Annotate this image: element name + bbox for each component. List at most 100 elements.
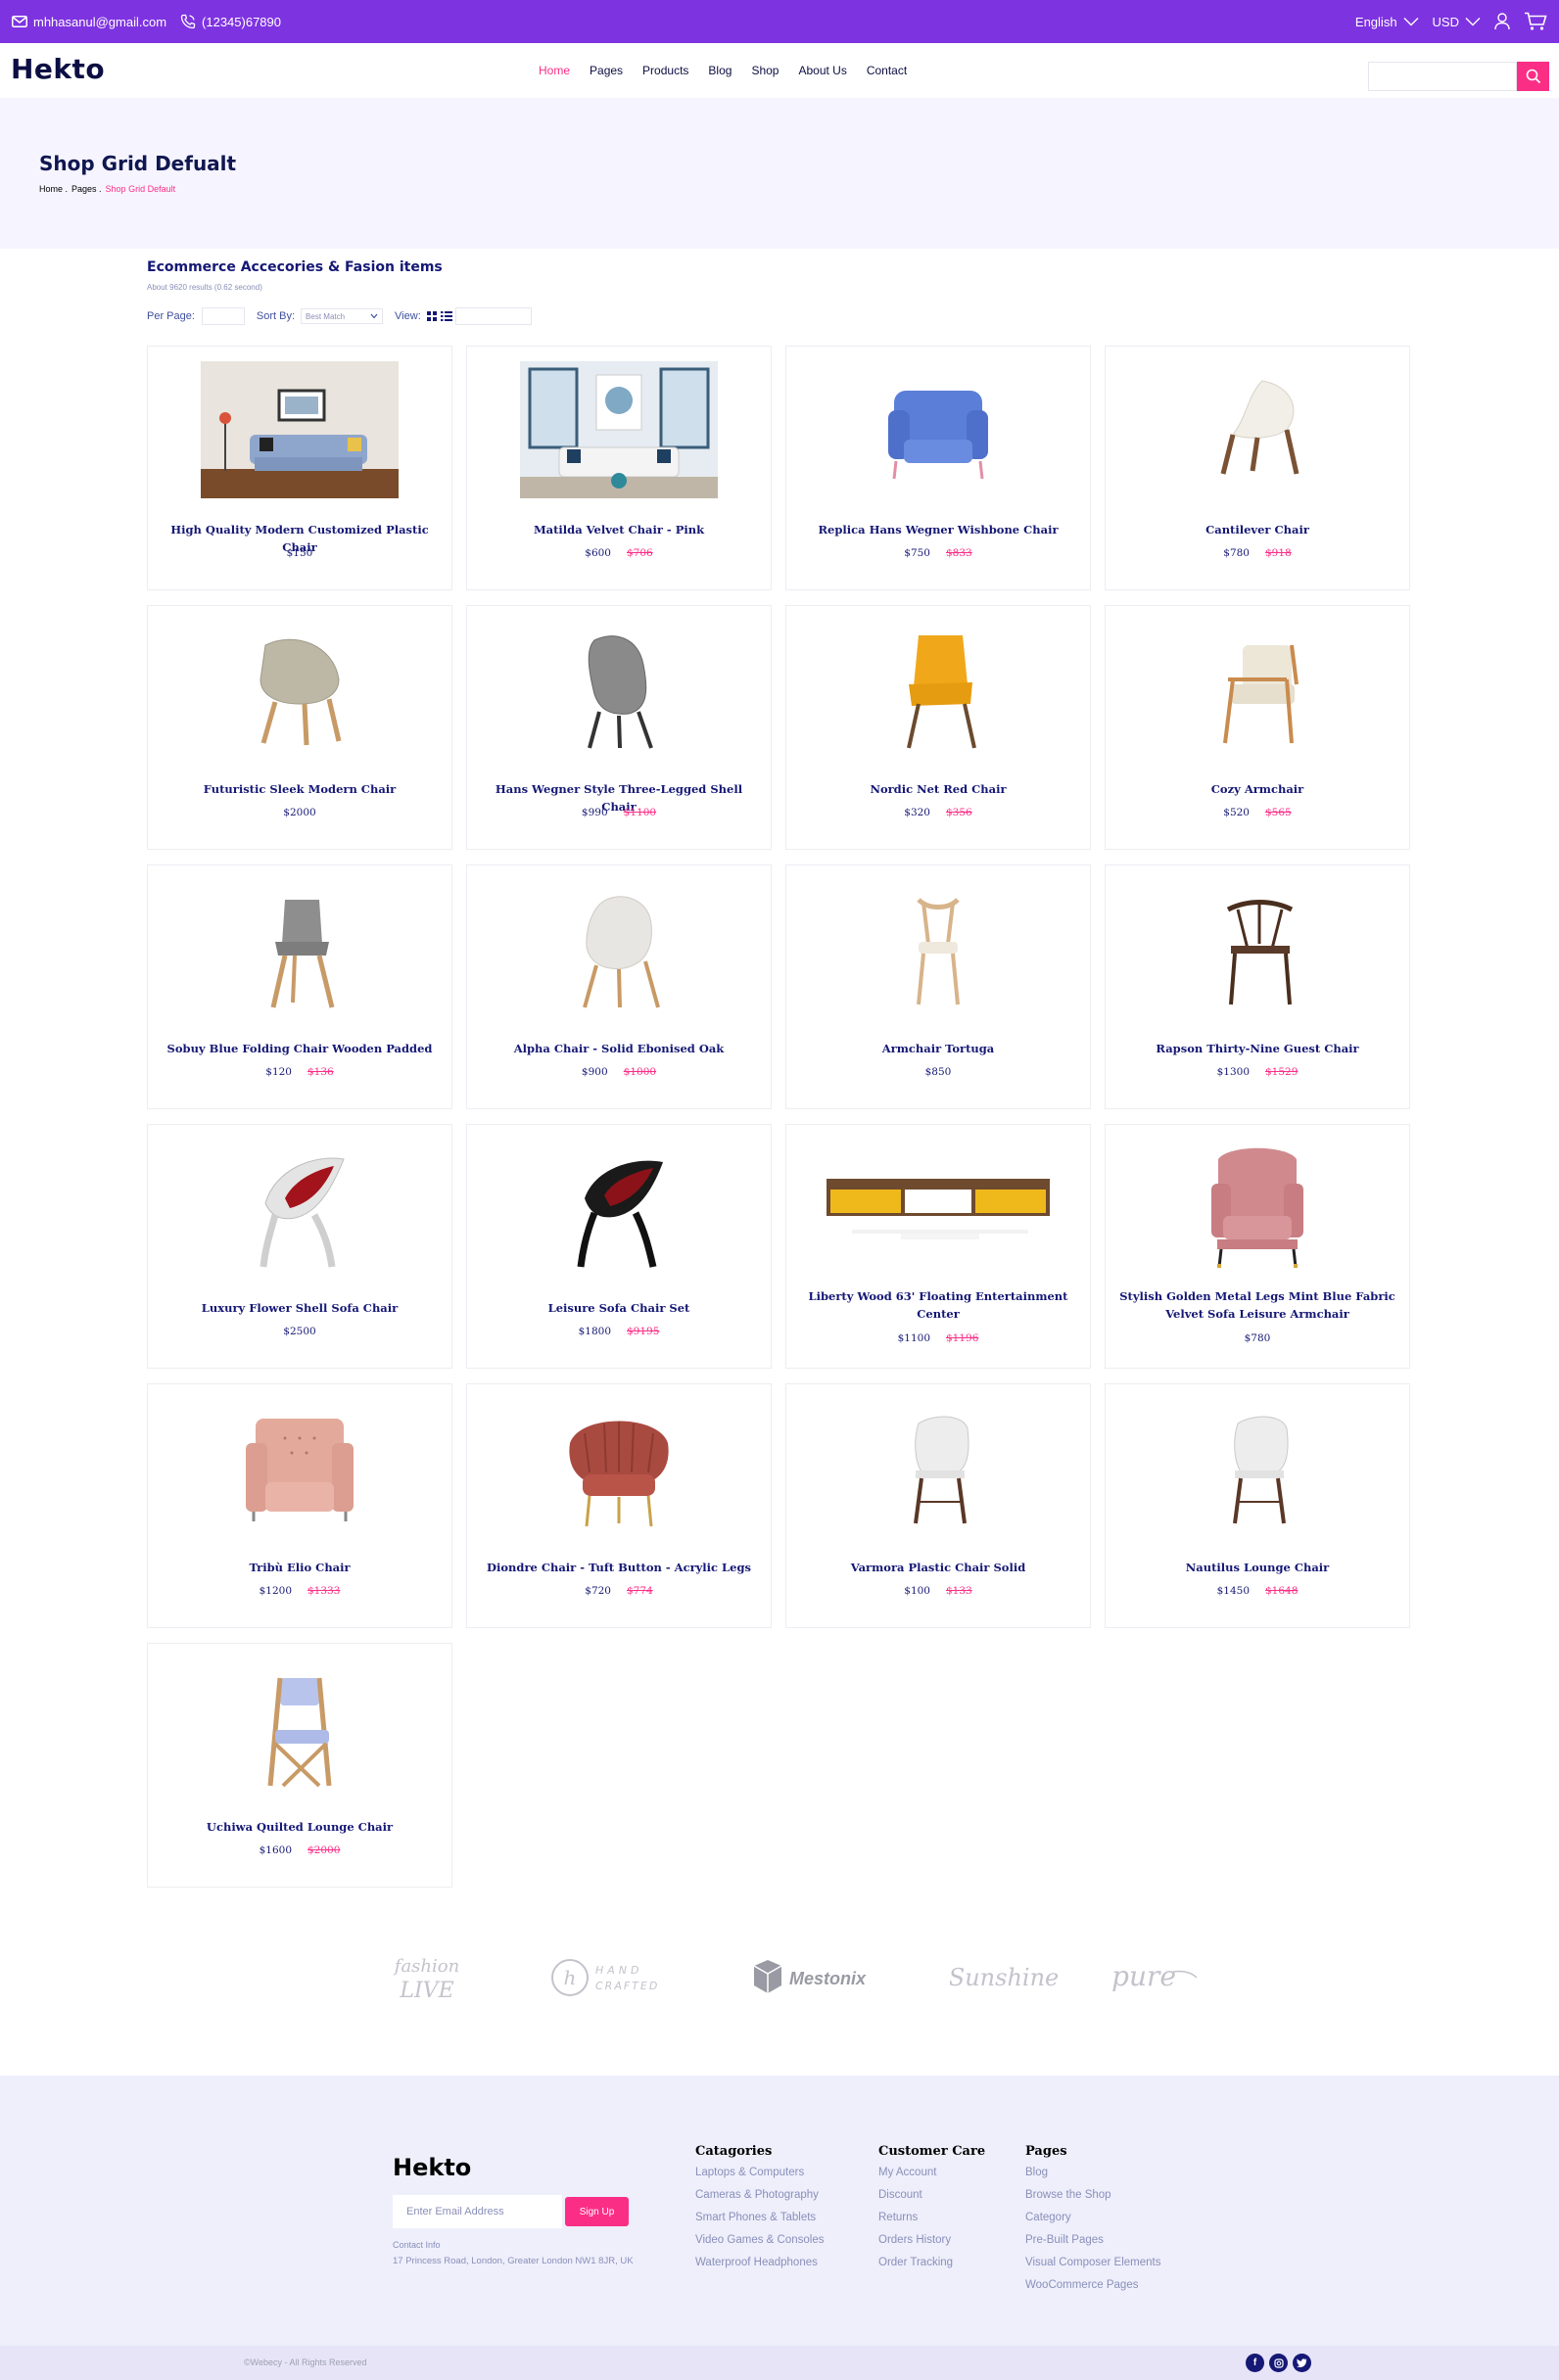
- product-name[interactable]: Diondre Chair - Tuft Button - Acrylic Le…: [477, 1559, 761, 1576]
- product-card[interactable]: High Quality Modern Customized Plastic C…: [147, 346, 452, 590]
- product-card[interactable]: Cozy Armchair $520 $565: [1105, 605, 1410, 850]
- product-name[interactable]: Rapson Thirty-Nine Guest Chair: [1115, 1040, 1399, 1057]
- product-image[interactable]: [467, 620, 771, 759]
- product-card[interactable]: Alpha Chair - Solid Ebonised Oak $900 $10…: [466, 864, 772, 1109]
- per-page-input[interactable]: [201, 307, 245, 325]
- twitter-icon[interactable]: [1293, 2354, 1311, 2372]
- grid-view-icon[interactable]: [426, 311, 437, 321]
- product-card[interactable]: Luxury Flower Shell Sofa Chair $2500: [147, 1124, 452, 1369]
- product-name[interactable]: Cantilever Chair: [1115, 521, 1399, 538]
- nav-blog[interactable]: Blog: [708, 64, 732, 77]
- footer-link[interactable]: Visual Composer Elements: [1025, 2252, 1161, 2274]
- product-image[interactable]: [148, 1139, 451, 1278]
- product-name[interactable]: Replica Hans Wegner Wishbone Chair: [796, 521, 1080, 538]
- product-card[interactable]: Leisure Sofa Chair Set $1800 $9195: [466, 1124, 772, 1369]
- currency-select[interactable]: USD: [1433, 15, 1481, 29]
- product-image[interactable]: [1106, 620, 1409, 759]
- product-image[interactable]: [786, 360, 1090, 499]
- product-card[interactable]: Futuristic Sleek Modern Chair $2000: [147, 605, 452, 850]
- product-image[interactable]: [467, 1139, 771, 1278]
- product-name[interactable]: Stylish Golden Metal Legs Mint Blue Fabr…: [1115, 1287, 1399, 1323]
- product-name[interactable]: Futuristic Sleek Modern Chair: [158, 780, 442, 798]
- product-image[interactable]: [148, 1398, 451, 1537]
- product-card[interactable]: Stylish Golden Metal Legs Mint Blue Fabr…: [1105, 1124, 1410, 1369]
- product-image[interactable]: [786, 620, 1090, 759]
- product-name[interactable]: Uchiwa Quilted Lounge Chair: [158, 1818, 442, 1836]
- product-image[interactable]: [467, 360, 771, 499]
- product-image[interactable]: [148, 620, 451, 759]
- email-link[interactable]: mhhasanul@gmail.com: [12, 15, 166, 29]
- product-card[interactable]: Nautilus Lounge Chair $1450 $1648: [1105, 1383, 1410, 1628]
- product-name[interactable]: Nautilus Lounge Chair: [1115, 1559, 1399, 1576]
- product-card[interactable]: Replica Hans Wegner Wishbone Chair $750 $…: [785, 346, 1091, 590]
- footer-link[interactable]: WooCommerce Pages: [1025, 2274, 1161, 2297]
- product-image[interactable]: [786, 1139, 1090, 1278]
- phone-link[interactable]: (12345)67890: [180, 14, 281, 29]
- sort-select[interactable]: Best Match: [301, 308, 384, 324]
- product-image[interactable]: [786, 1398, 1090, 1537]
- product-image[interactable]: [1106, 1398, 1409, 1537]
- signup-button[interactable]: Sign Up: [565, 2197, 629, 2226]
- product-name[interactable]: Sobuy Blue Folding Chair Wooden Padded: [158, 1040, 442, 1057]
- product-card[interactable]: Armchair Tortuga $850: [785, 864, 1091, 1109]
- footer-link[interactable]: Laptops & Computers: [695, 2162, 824, 2184]
- nav-pages[interactable]: Pages: [590, 64, 623, 77]
- product-card[interactable]: Uchiwa Quilted Lounge Chair $1600 $2000: [147, 1643, 452, 1888]
- footer-link[interactable]: My Account: [878, 2162, 985, 2184]
- product-name[interactable]: Leisure Sofa Chair Set: [477, 1299, 761, 1317]
- footer-link[interactable]: Orders History: [878, 2229, 985, 2252]
- footer-link[interactable]: Video Games & Consoles: [695, 2229, 824, 2252]
- product-card[interactable]: Nordic Net Red Chair $320 $356: [785, 605, 1091, 850]
- instagram-icon[interactable]: [1269, 2354, 1288, 2372]
- product-image[interactable]: [1106, 360, 1409, 499]
- product-image[interactable]: [1106, 879, 1409, 1018]
- footer-link[interactable]: Category: [1025, 2207, 1161, 2229]
- product-name[interactable]: Liberty Wood 63' Floating Entertainment …: [796, 1287, 1080, 1323]
- footer-link[interactable]: Waterproof Headphones: [695, 2252, 824, 2274]
- nav-about-us[interactable]: About Us: [798, 64, 846, 77]
- product-image[interactable]: [786, 879, 1090, 1018]
- product-name[interactable]: Matilda Velvet Chair - Pink: [477, 521, 761, 538]
- product-name[interactable]: Alpha Chair - Solid Ebonised Oak: [477, 1040, 761, 1057]
- product-card[interactable]: Matilda Velvet Chair - Pink $600 $706: [466, 346, 772, 590]
- footer-link[interactable]: Discount: [878, 2184, 985, 2207]
- product-image[interactable]: [148, 360, 451, 499]
- product-image[interactable]: [467, 879, 771, 1018]
- product-card[interactable]: Varmora Plastic Chair Solid $100 $133: [785, 1383, 1091, 1628]
- product-image[interactable]: [467, 1398, 771, 1537]
- footer-link[interactable]: Blog: [1025, 2162, 1161, 2184]
- footer-link[interactable]: Returns: [878, 2207, 985, 2229]
- product-image[interactable]: [148, 879, 451, 1018]
- list-view-icon[interactable]: [440, 311, 452, 321]
- newsletter-email-input[interactable]: Enter Email Address: [393, 2195, 562, 2228]
- breadcrumb-pages[interactable]: Pages .: [71, 184, 102, 194]
- product-name[interactable]: Cozy Armchair: [1115, 780, 1399, 798]
- footer-link[interactable]: Order Tracking: [878, 2252, 985, 2274]
- breadcrumb-home[interactable]: Home .: [39, 184, 68, 194]
- site-logo[interactable]: Hekto: [11, 53, 105, 85]
- product-name[interactable]: Luxury Flower Shell Sofa Chair: [158, 1299, 442, 1317]
- product-name[interactable]: Nordic Net Red Chair: [796, 780, 1080, 798]
- footer-link[interactable]: Smart Phones & Tablets: [695, 2207, 824, 2229]
- product-card[interactable]: Rapson Thirty-Nine Guest Chair $1300 $152…: [1105, 864, 1410, 1109]
- footer-link[interactable]: Browse the Shop: [1025, 2184, 1161, 2207]
- product-card[interactable]: Tribù Elio Chair $1200 $1333: [147, 1383, 452, 1628]
- nav-shop[interactable]: Shop: [751, 64, 779, 77]
- product-card[interactable]: Hans Wegner Style Three-Legged Shell Cha…: [466, 605, 772, 850]
- account-button[interactable]: [1494, 13, 1510, 30]
- view-input[interactable]: [454, 307, 532, 325]
- product-name[interactable]: Varmora Plastic Chair Solid: [796, 1559, 1080, 1576]
- nav-products[interactable]: Products: [642, 64, 688, 77]
- product-name[interactable]: Tribù Elio Chair: [158, 1559, 442, 1576]
- language-select[interactable]: English: [1355, 15, 1419, 29]
- product-card[interactable]: Diondre Chair - Tuft Button - Acrylic Le…: [466, 1383, 772, 1628]
- footer-link[interactable]: Pre-Built Pages: [1025, 2229, 1161, 2252]
- facebook-icon[interactable]: f: [1246, 2354, 1264, 2372]
- search-button[interactable]: [1517, 62, 1549, 91]
- nav-home[interactable]: Home: [539, 64, 570, 77]
- product-card[interactable]: Sobuy Blue Folding Chair Wooden Padded $…: [147, 864, 452, 1109]
- footer-link[interactable]: Cameras & Photography: [695, 2184, 824, 2207]
- search-input[interactable]: [1368, 62, 1517, 91]
- product-image[interactable]: [1106, 1139, 1409, 1278]
- footer-logo[interactable]: Hekto: [393, 2154, 471, 2181]
